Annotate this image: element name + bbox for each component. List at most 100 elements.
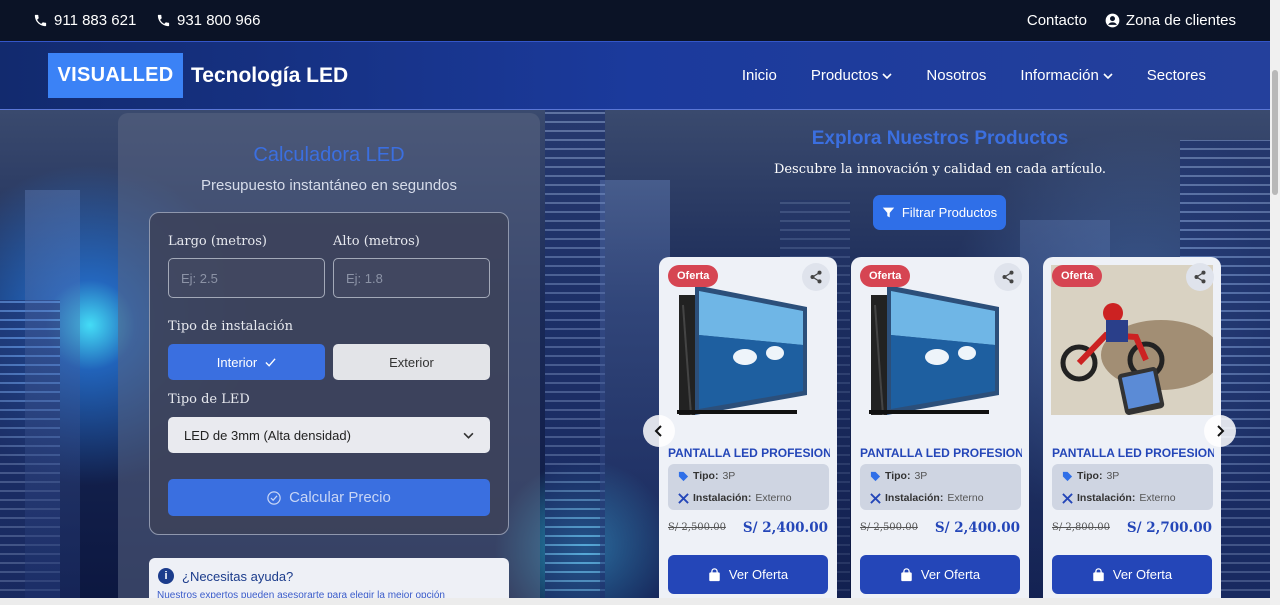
install-interior-button[interactable]: Interior [168, 344, 325, 380]
view-offer-label: Ver Oferta [1112, 567, 1173, 582]
tools-icon [678, 492, 689, 504]
contact-link[interactable]: Contacto [1027, 12, 1087, 29]
height-input[interactable]: Ej: 1.8 [333, 258, 490, 298]
user-circle-icon [1105, 13, 1120, 28]
share-button[interactable] [802, 263, 830, 291]
product-card[interactable]: Oferta PANTALLA LED PROFESIONAL Tipo: 3P … [659, 257, 837, 605]
product-specs: Tipo: 3P Instalación: Externo [1052, 464, 1213, 510]
share-icon [1194, 270, 1206, 284]
tools-icon [1062, 492, 1073, 504]
spec-install-label: Instalación: [885, 492, 944, 504]
spec-type-value: 3P [914, 470, 928, 482]
product-image-led-screen[interactable] [667, 265, 829, 425]
calculator-form: Largo (metros) Ej: 2.5 Alto (metros) Ej:… [149, 212, 509, 535]
product-name[interactable]: PANTALLA LED PROFESIONAL [860, 446, 1022, 460]
main-navbar: VISUALLED Tecnología LED Inicio Producto… [0, 42, 1270, 110]
view-offer-button[interactable]: Ver Oferta [860, 555, 1020, 594]
share-icon [1002, 270, 1014, 284]
nav-item-inicio[interactable]: Inicio [742, 67, 777, 84]
view-offer-button[interactable]: Ver Oferta [668, 555, 828, 594]
chevron-right-icon [1217, 425, 1225, 437]
spec-type-label: Tipo: [693, 470, 719, 482]
carousel-prev-button[interactable] [643, 415, 675, 447]
height-placeholder: Ej: 1.8 [346, 270, 383, 286]
length-placeholder: Ej: 2.5 [181, 270, 218, 286]
calculate-price-label: Calcular Precio [289, 489, 391, 506]
chevron-down-icon [882, 72, 892, 79]
shopping-bag-icon [1093, 567, 1104, 581]
spec-install-value: Externo [755, 492, 792, 504]
current-price: S/ 2,400.00 [742, 520, 828, 536]
nav-item-label: Sectores [1146, 67, 1206, 84]
product-image-motocross-tablet[interactable] [1051, 265, 1221, 415]
tag-icon [1062, 471, 1073, 481]
spec-type-label: Tipo: [1077, 470, 1103, 482]
nav-item-productos[interactable]: Productos [811, 67, 893, 84]
nav-item-sectores[interactable]: Sectores [1147, 67, 1206, 84]
length-input[interactable]: Ej: 2.5 [168, 258, 325, 298]
spec-type-value: 3P [722, 470, 736, 482]
old-price: S/ 2,500.00 [860, 522, 918, 533]
led-type-select[interactable]: LED de 3mm (Alta densidad) [168, 417, 490, 453]
share-button[interactable] [1186, 263, 1214, 291]
page-scrollbar[interactable] [1270, 0, 1280, 605]
logo[interactable]: VISUALLED [48, 53, 183, 98]
filter-products-button[interactable]: Filtrar Productos [873, 195, 1006, 230]
spec-install-value: Externo [1139, 492, 1176, 504]
product-card[interactable]: Oferta PANTALLA LED PROFESIONAL Tipo: 3P … [851, 257, 1029, 605]
nav-menu: Inicio Productos Nosotros Información Se… [742, 67, 1206, 84]
nav-item-label: Productos [810, 67, 879, 84]
info-icon: i [158, 568, 174, 584]
top-contact-bar: 911 883 621 931 800 966 Contacto Zona de… [0, 0, 1270, 42]
brand-tagline[interactable]: Tecnología LED [191, 64, 348, 88]
filter-products-label: Filtrar Productos [901, 205, 998, 220]
product-card[interactable]: Oferta PANTALLA LED PROFESIONAL Tipo: 3P … [1043, 257, 1221, 605]
spec-install-label: Instalación: [1077, 492, 1136, 504]
products-title: Explora Nuestros Productos [811, 128, 1069, 149]
spec-type-label: Tipo: [885, 470, 911, 482]
clients-zone-link[interactable]: Zona de clientes [1105, 12, 1236, 29]
length-label: Largo (metros) [168, 234, 267, 249]
share-button[interactable] [994, 263, 1022, 291]
carousel-next-button[interactable] [1204, 415, 1236, 447]
product-specs: Tipo: 3P Instalación: Externo [860, 464, 1021, 510]
view-offer-button[interactable]: Ver Oferta [1052, 555, 1212, 594]
old-price: S/ 2,500.00 [668, 522, 726, 533]
nav-item-informacion[interactable]: Información [1020, 67, 1113, 84]
phone-icon [157, 14, 170, 27]
shopping-bag-icon [901, 567, 912, 581]
chevron-down-icon [463, 432, 474, 439]
chevron-left-icon [654, 425, 662, 437]
filter-icon [882, 207, 894, 218]
phone-link-1[interactable]: 911 883 621 [33, 12, 136, 29]
tag-icon [870, 471, 881, 481]
product-image-led-screen[interactable] [859, 265, 1021, 425]
check-icon [265, 357, 276, 367]
phone-icon [34, 14, 47, 27]
chevron-down-icon [1103, 72, 1113, 79]
shopping-bag-icon [709, 567, 720, 581]
product-specs: Tipo: 3P Instalación: Externo [668, 464, 829, 510]
install-exterior-button[interactable]: Exterior [333, 344, 490, 380]
product-name[interactable]: PANTALLA LED PROFESIONAL [1052, 446, 1214, 460]
led-type-label: Tipo de LED [168, 392, 250, 407]
view-offer-label: Ver Oferta [920, 567, 981, 582]
current-price: S/ 2,400.00 [934, 520, 1020, 536]
products-subtitle: Descubre la innovación y calidad en cada… [773, 162, 1107, 177]
spec-type-value: 3P [1106, 470, 1120, 482]
calculator-subtitle: Presupuesto instantáneo en segundos [200, 177, 458, 194]
led-type-selected: LED de 3mm (Alta densidad) [184, 427, 351, 443]
calculator-title: Calculadora LED [253, 144, 405, 166]
phone-number-1: 911 883 621 [54, 12, 137, 29]
calculate-price-button[interactable]: Calcular Precio [168, 479, 490, 516]
nav-item-nosotros[interactable]: Nosotros [926, 67, 986, 84]
height-label: Alto (metros) [333, 234, 420, 249]
check-circle-icon [267, 490, 281, 505]
share-icon [810, 270, 822, 284]
spec-install-label: Instalación: [693, 492, 752, 504]
phone-link-2[interactable]: 931 800 966 [156, 12, 260, 29]
tools-icon [870, 492, 881, 504]
scrollbar-thumb[interactable] [1272, 70, 1278, 195]
product-name[interactable]: PANTALLA LED PROFESIONAL [668, 446, 830, 460]
nav-item-label: Información [1020, 67, 1099, 84]
